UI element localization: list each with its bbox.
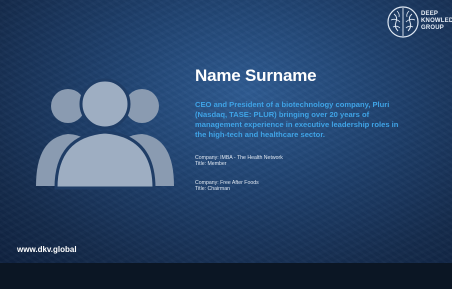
company-logo: DEEP KNOWLEDGE GROUP [386, 5, 452, 39]
brain-icon [387, 6, 419, 38]
person-name: Name Surname [195, 66, 317, 85]
role-title: Title: Chairman [195, 186, 230, 193]
person-group-icon [36, 78, 174, 190]
person-bio: CEO and President of a biotechnology com… [195, 100, 399, 139]
website-url: www.dkv.global [17, 245, 77, 254]
profile-slide: DEEP KNOWLEDGE GROUP Name Surname CEO an… [0, 0, 452, 263]
role-title: Title: Member [195, 161, 227, 168]
logo-wordmark: DEEP KNOWLEDGE GROUP [421, 11, 452, 31]
bottom-bar [0, 263, 452, 289]
role-entry: Company: Free After Foods Title: Chairma… [195, 180, 395, 193]
role-entry: Company: IMBA - The Health Network Title… [195, 155, 395, 168]
